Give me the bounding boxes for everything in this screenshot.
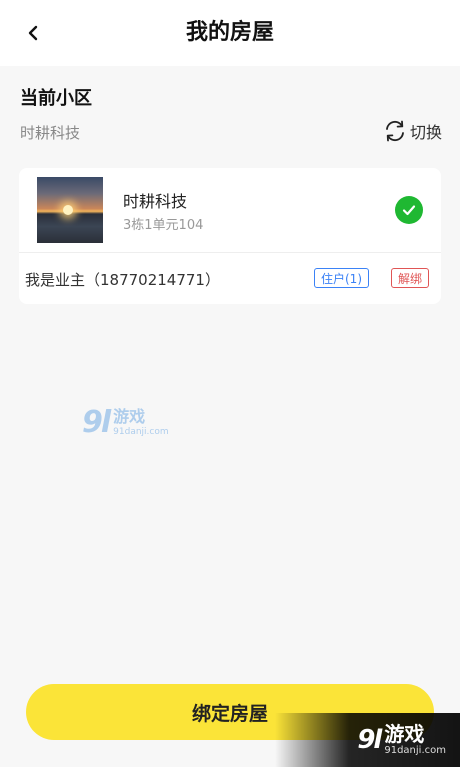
refresh-icon xyxy=(386,120,404,142)
corner-watermark-logo: 9l xyxy=(357,725,382,755)
switch-label: 切换 xyxy=(409,123,442,142)
watermark-corner: 9l 游戏 91danji.com xyxy=(275,713,460,767)
unbind-button[interactable]: 解绑 xyxy=(390,268,429,288)
watermark-name: 游戏 xyxy=(113,407,146,426)
header-bar: 我的房屋 xyxy=(0,0,460,66)
corner-watermark-name: 游戏 xyxy=(384,722,425,746)
house-info: 时耕科技 3栋1单元104 xyxy=(19,168,441,253)
sunset-sun xyxy=(63,205,73,215)
house-card[interactable]: 时耕科技 3栋1单元104 我是业主（18770214771） 住户(1) 解绑 xyxy=(19,168,441,304)
house-name: 时耕科技 xyxy=(123,192,188,211)
switch-community-button[interactable]: 切换 xyxy=(382,118,442,144)
watermark-center: 9l 游戏 91danji.com xyxy=(82,408,169,438)
house-thumbnail xyxy=(37,177,103,243)
house-unit: 3栋1单元104 xyxy=(123,218,204,233)
page-title: 我的房屋 xyxy=(185,20,274,45)
selected-check-icon xyxy=(395,196,423,224)
current-community-title: 当前小区 xyxy=(20,88,92,109)
community-name: 时耕科技 xyxy=(20,124,81,142)
watermark-domain: 91danji.com xyxy=(113,427,169,437)
house-owner-row: 我是业主（18770214771） 住户(1) 解绑 xyxy=(19,253,441,304)
corner-watermark-domain: 91danji.com xyxy=(384,745,446,756)
resident-tag[interactable]: 住户(1) xyxy=(314,268,369,288)
owner-text: 我是业主（18770214771） xyxy=(25,271,220,289)
watermark-logo: 9l xyxy=(82,405,111,440)
